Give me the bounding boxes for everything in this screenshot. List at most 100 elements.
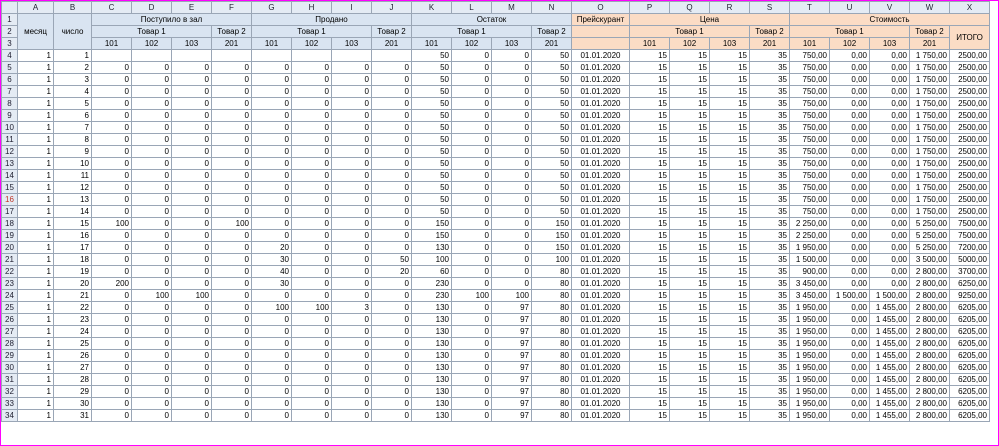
code-header[interactable]: 201 [531, 37, 572, 50]
cell[interactable]: 0 [451, 193, 492, 206]
cell[interactable]: 0 [211, 265, 252, 278]
cell[interactable]: 16 [53, 229, 92, 242]
cell[interactable]: 1 455,00 [869, 313, 910, 326]
cell[interactable]: 5 250,00 [909, 241, 950, 254]
cell[interactable]: 0 [131, 145, 172, 158]
cell[interactable]: 1 [17, 241, 54, 254]
cell[interactable]: 0 [291, 241, 332, 254]
code-header[interactable]: 101 [251, 37, 292, 50]
column-header[interactable]: C [91, 1, 132, 14]
cell[interactable]: 1 [17, 169, 54, 182]
column-header[interactable]: G [251, 1, 292, 14]
cell[interactable]: 15 [629, 169, 670, 182]
cell[interactable]: 15 [709, 229, 750, 242]
cell[interactable]: 3 450,00 [789, 289, 830, 302]
cell[interactable]: 0 [291, 61, 332, 74]
cell[interactable]: 0 [91, 229, 132, 242]
cell[interactable]: 0 [291, 97, 332, 110]
cell[interactable]: 0 [211, 193, 252, 206]
cell[interactable]: 35 [749, 145, 790, 158]
cell[interactable]: 2 800,00 [909, 289, 950, 302]
cell[interactable]: 0,00 [869, 229, 910, 242]
cell[interactable]: 20 [251, 241, 292, 254]
cell[interactable]: 1 [17, 349, 54, 362]
cell[interactable]: 0 [251, 361, 292, 374]
cell[interactable]: 750,00 [789, 205, 830, 218]
cell[interactable]: 15 [53, 217, 92, 230]
column-header[interactable]: H [291, 1, 332, 14]
cell[interactable]: 29 [53, 385, 92, 398]
code-header[interactable]: 102 [131, 37, 172, 50]
cell[interactable]: 0 [291, 133, 332, 146]
cell[interactable]: 0 [331, 97, 372, 110]
cell[interactable]: 1 455,00 [869, 385, 910, 398]
cell[interactable]: 35 [749, 313, 790, 326]
cell[interactable] [91, 49, 132, 62]
cell[interactable]: 0 [331, 145, 372, 158]
cell[interactable]: 35 [749, 409, 790, 422]
cell[interactable]: 01.01.2020 [571, 277, 630, 290]
cell[interactable]: 0 [491, 253, 532, 266]
cell[interactable]: 01.01.2020 [571, 157, 630, 170]
cell[interactable]: 6205,00 [949, 301, 990, 314]
cell[interactable]: 0 [91, 97, 132, 110]
cell[interactable]: 0 [451, 301, 492, 314]
cell[interactable]: 0 [131, 181, 172, 194]
cell[interactable]: 15 [709, 265, 750, 278]
cell[interactable]: 0 [371, 337, 412, 350]
cell[interactable]: 15 [669, 121, 710, 134]
cell[interactable]: 9250,00 [949, 289, 990, 302]
cell[interactable]: 0 [331, 169, 372, 182]
product1-header[interactable]: Товар 1 [91, 25, 212, 38]
cell[interactable]: 0 [291, 397, 332, 410]
cell[interactable]: 50 [411, 85, 452, 98]
cell[interactable]: 100 [171, 289, 212, 302]
cell[interactable]: 0 [211, 373, 252, 386]
cell[interactable]: 0 [171, 277, 212, 290]
cell[interactable]: 0 [371, 97, 412, 110]
cell[interactable]: 2500,00 [949, 85, 990, 98]
cell[interactable]: 0 [371, 157, 412, 170]
cell[interactable]: 750,00 [789, 169, 830, 182]
cell[interactable]: 15 [709, 385, 750, 398]
cell[interactable]: 26 [53, 349, 92, 362]
cell[interactable]: 0,00 [869, 193, 910, 206]
cell[interactable]: 0 [251, 349, 292, 362]
cell[interactable]: 1 950,00 [789, 301, 830, 314]
column-header[interactable]: E [171, 1, 212, 14]
cell[interactable]: 0 [371, 133, 412, 146]
cell[interactable]: 2500,00 [949, 97, 990, 110]
cell[interactable]: 15 [669, 73, 710, 86]
cell[interactable]: 15 [629, 229, 670, 242]
cell[interactable]: 0 [171, 169, 212, 182]
row-header[interactable]: 24 [1, 289, 18, 302]
code-header[interactable]: 103 [491, 37, 532, 50]
cell[interactable]: 0 [211, 229, 252, 242]
cell[interactable]: 50 [531, 205, 572, 218]
cell[interactable]: 40 [251, 265, 292, 278]
cell[interactable]: 0 [91, 85, 132, 98]
cell[interactable]: 0 [211, 289, 252, 302]
cell[interactable]: 2 800,00 [909, 313, 950, 326]
cell[interactable]: 0 [251, 85, 292, 98]
cell[interactable]: 0 [211, 361, 252, 374]
cell[interactable]: 97 [491, 397, 532, 410]
cell[interactable]: 50 [411, 49, 452, 62]
cell[interactable]: 14 [53, 205, 92, 218]
cell[interactable]: 0,00 [829, 313, 870, 326]
cell[interactable]: 6205,00 [949, 349, 990, 362]
cell[interactable]: 0,00 [829, 85, 870, 98]
row-header[interactable]: 16 [1, 193, 18, 206]
cell[interactable]: 0 [91, 325, 132, 338]
cell[interactable]: 0 [331, 385, 372, 398]
cell[interactable]: 130 [411, 301, 452, 314]
cell[interactable]: 0 [251, 337, 292, 350]
cell[interactable]: 0 [491, 157, 532, 170]
cell[interactable]: 0 [131, 205, 172, 218]
cell[interactable]: 1 950,00 [789, 325, 830, 338]
cell[interactable]: 15 [669, 349, 710, 362]
product1-header[interactable]: Товар 1 [629, 25, 750, 38]
cell[interactable]: 0 [331, 61, 372, 74]
cell[interactable]: 0,00 [829, 61, 870, 74]
cell[interactable]: 0 [91, 289, 132, 302]
